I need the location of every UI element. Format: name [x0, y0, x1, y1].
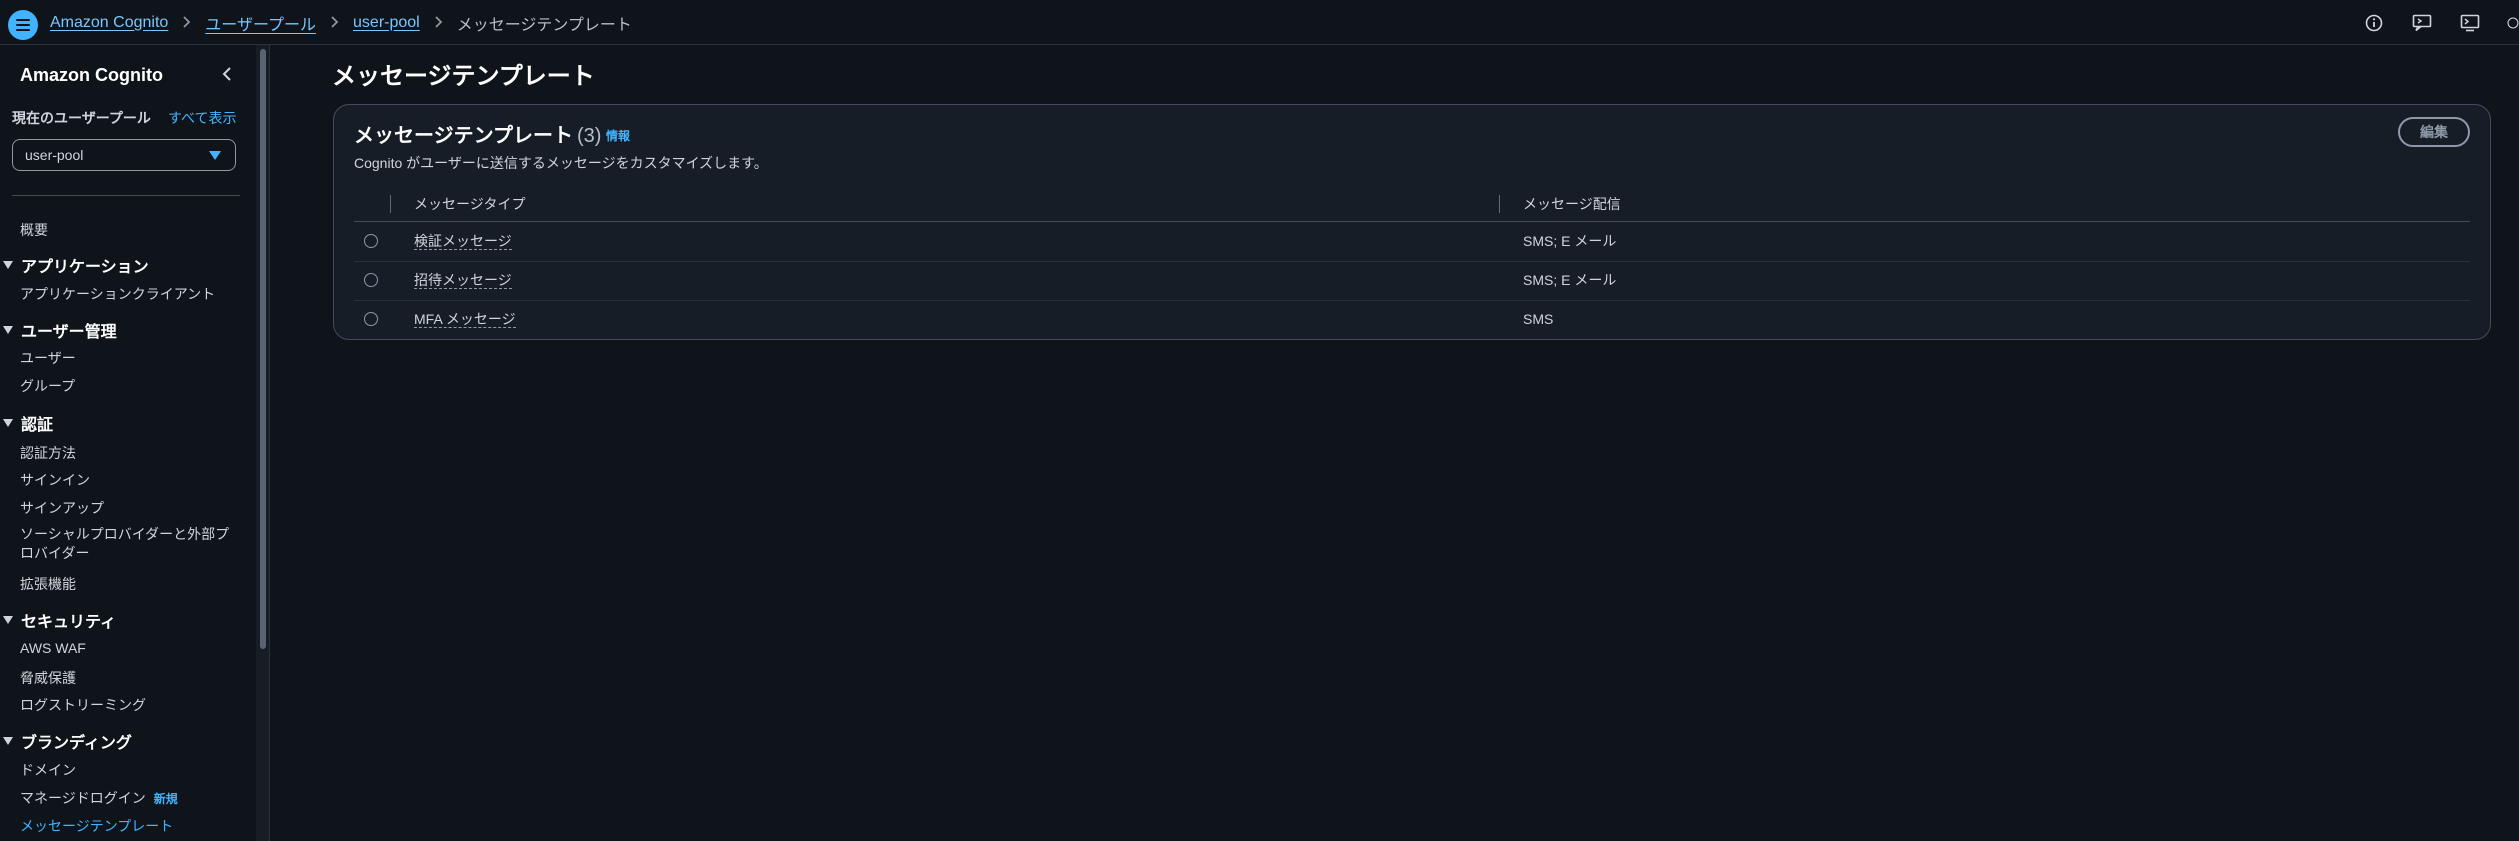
caret-down-icon — [3, 419, 13, 427]
sidebar-item-users[interactable]: ユーザー — [20, 348, 76, 368]
panel-title: メッセージテンプレート (3) — [354, 119, 601, 148]
show-all-link[interactable]: すべて表示 — [168, 108, 236, 128]
sidebar-item-aws-waf[interactable]: AWS WAF — [20, 640, 86, 656]
column-header-delivery[interactable]: メッセージ配信 — [1523, 194, 1621, 214]
panel-count: (3) — [577, 125, 602, 147]
chevron-left-icon[interactable] — [220, 65, 234, 83]
sidebar-item-social-providers[interactable]: ソーシャルプロバイダーと外部プロバイダー — [20, 525, 236, 563]
column-divider — [390, 195, 391, 213]
row-radio[interactable] — [364, 273, 378, 287]
info-link[interactable]: 情報 — [606, 127, 630, 144]
sidebar-item-auth-methods[interactable]: 認証方法 — [20, 443, 76, 463]
sidebar-section-label: ブランディング — [21, 735, 132, 752]
sidebar-item-label: マネージドログイン — [20, 790, 146, 806]
message-type-cell[interactable]: 招待メッセージ — [414, 272, 512, 289]
chevron-right-icon — [182, 15, 191, 31]
delivery-cell: SMS — [1523, 311, 1554, 327]
row-radio[interactable] — [364, 234, 378, 248]
feedback-icon[interactable] — [2411, 12, 2433, 34]
sidebar-item-overview[interactable]: 概要 — [20, 220, 48, 240]
message-type-cell[interactable]: MFA メッセージ — [414, 311, 516, 328]
user-pool-select-value: user-pool — [25, 147, 84, 163]
current-pool-label: 現在のユーザープール — [12, 110, 151, 126]
panel-description: Cognito がユーザーに送信するメッセージをカスタマイズします。 — [354, 155, 768, 171]
caret-down-icon — [3, 326, 13, 334]
top-navigation-bar: Amazon Cognito ユーザープール user-pool メッセージテン… — [0, 0, 2519, 45]
delivery-cell: SMS; E メール — [1523, 233, 1617, 249]
cloudshell-icon[interactable] — [2459, 12, 2481, 34]
chevron-right-icon — [330, 15, 339, 31]
table-row[interactable]: 招待メッセージ SMS; E メール — [354, 261, 2470, 301]
sidebar-scrollbar[interactable] — [256, 45, 270, 841]
table-header: メッセージタイプ メッセージ配信 — [354, 185, 2470, 222]
sidebar-item-domain[interactable]: ドメイン — [20, 760, 76, 780]
breadcrumb-link-cognito[interactable]: Amazon Cognito — [50, 14, 168, 32]
sidebar-section-branding[interactable]: ブランディング — [0, 729, 132, 753]
info-icon[interactable] — [2363, 12, 2385, 34]
sidebar-section-security[interactable]: セキュリティ — [0, 608, 116, 632]
panel-title-text: メッセージテンプレート — [354, 125, 573, 147]
sidebar-title[interactable]: Amazon Cognito — [20, 65, 163, 86]
sidebar-item-message-templates[interactable]: メッセージテンプレート — [20, 816, 173, 836]
sidebar-divider — [12, 195, 240, 196]
caret-down-icon — [3, 616, 13, 624]
sidebar-section-label: ユーザー管理 — [21, 324, 117, 341]
sidebar-section-label: アプリケーション — [21, 259, 149, 276]
chevron-right-icon — [434, 15, 443, 31]
sidebar-item-threat-protection[interactable]: 脅威保護 — [20, 668, 76, 688]
sidebar-item-log-streaming[interactable]: ログストリーミング — [20, 695, 146, 715]
message-templates-panel: メッセージテンプレート (3) 情報 Cognito がユーザーに送信するメッセー… — [333, 104, 2491, 340]
sidebar-section-auth[interactable]: 認証 — [0, 411, 53, 435]
sidebar-item-extensions[interactable]: 拡張機能 — [20, 574, 76, 594]
message-type-cell[interactable]: 検証メッセージ — [414, 233, 512, 250]
breadcrumb: Amazon Cognito ユーザープール user-pool メッセージテン… — [50, 0, 632, 45]
sidebar-section-label: 認証 — [21, 417, 54, 434]
caret-down-icon — [3, 737, 13, 745]
column-header-message-type[interactable]: メッセージタイプ — [414, 194, 525, 214]
menu-icon[interactable] — [8, 10, 38, 40]
sidebar-section-applications[interactable]: アプリケーション — [0, 253, 149, 277]
sidebar-scrollbar-thumb[interactable] — [260, 49, 266, 649]
sidebar-item-groups[interactable]: グループ — [20, 376, 75, 396]
breadcrumb-link-user-pool[interactable]: user-pool — [353, 14, 420, 32]
sidebar-section-user-management[interactable]: ユーザー管理 — [0, 318, 117, 342]
sidebar-item-app-clients[interactable]: アプリケーションクライアント — [20, 284, 215, 304]
sidebar-item-sign-up[interactable]: サインアップ — [20, 498, 104, 518]
column-divider[interactable] — [1499, 195, 1500, 213]
breadcrumb-current: メッセージテンプレート — [456, 16, 632, 34]
edit-button[interactable]: 編集 — [2398, 117, 2470, 147]
sidebar-item-sign-in[interactable]: サインイン — [20, 470, 90, 490]
row-radio[interactable] — [364, 312, 378, 326]
caret-down-icon — [3, 261, 13, 269]
side-navigation: Amazon Cognito 現在のユーザープール すべて表示 user-poo… — [0, 45, 256, 841]
table-row[interactable]: MFA メッセージ SMS — [354, 300, 2470, 339]
caret-down-icon — [209, 151, 221, 160]
page-title: メッセージテンプレート — [332, 63, 595, 90]
settings-icon[interactable] — [2507, 12, 2519, 34]
sidebar-section-label: セキュリティ — [21, 614, 117, 631]
table-row[interactable]: 検証メッセージ SMS; E メール — [354, 222, 2470, 262]
delivery-cell: SMS; E メール — [1523, 272, 1617, 288]
user-pool-select[interactable]: user-pool — [12, 139, 236, 171]
sidebar-item-managed-login[interactable]: マネージドログイン 新規 — [20, 788, 178, 808]
new-badge: 新規 — [153, 792, 178, 806]
breadcrumb-link-user-pools[interactable]: ユーザープール — [205, 11, 316, 35]
